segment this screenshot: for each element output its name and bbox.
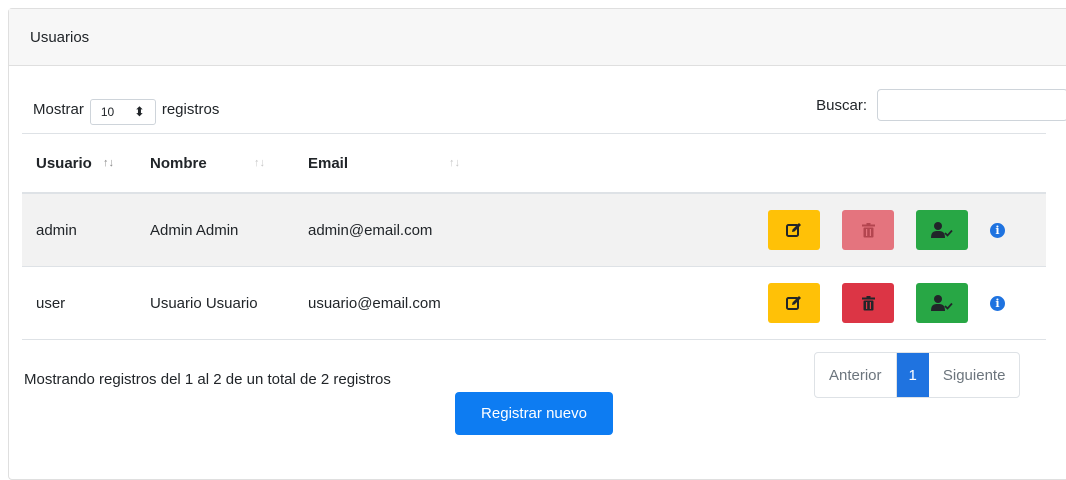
trash-icon bbox=[861, 222, 875, 237]
users-table: Usuario ↑↓ Nombre ↑↓ Email ↑↓ admin Admi… bbox=[22, 133, 1046, 340]
card-header: Usuarios bbox=[9, 9, 1066, 66]
user-check-icon bbox=[931, 222, 953, 238]
edit-icon bbox=[786, 296, 801, 310]
length-select-value: 10 bbox=[100, 105, 115, 119]
length-prefix: Mostrar bbox=[33, 100, 84, 118]
column-header-usuario[interactable]: Usuario ↑↓ bbox=[22, 133, 136, 194]
table-controls: Mostrar 10 ⬍ registros Buscar: bbox=[33, 89, 1066, 125]
search-label: Buscar: bbox=[816, 96, 867, 114]
info-icon[interactable]: i bbox=[990, 222, 1005, 238]
search-control: Buscar: bbox=[816, 89, 1066, 121]
column-label: Usuario bbox=[36, 154, 92, 172]
pagination-next[interactable]: Siguiente bbox=[929, 353, 1020, 397]
delete-button[interactable] bbox=[842, 283, 894, 323]
pagination-previous[interactable]: Anterior bbox=[815, 353, 897, 397]
edit-button[interactable] bbox=[768, 210, 820, 250]
edit-button[interactable] bbox=[768, 283, 820, 323]
column-header-actions bbox=[754, 133, 1046, 194]
edit-icon bbox=[786, 223, 801, 237]
register-new-button[interactable]: Registrar nuevo bbox=[455, 392, 613, 435]
cell-actions: i bbox=[754, 193, 1046, 267]
sort-arrows-icon: ↑↓ bbox=[254, 157, 265, 169]
cell-usuario: admin bbox=[22, 193, 136, 267]
cell-email: admin@email.com bbox=[294, 193, 754, 267]
length-suffix: registros bbox=[161, 100, 220, 118]
table-summary: Mostrando registros del 1 al 2 de un tot… bbox=[24, 371, 391, 388]
table-header-row: Usuario ↑↓ Nombre ↑↓ Email ↑↓ bbox=[22, 133, 1046, 194]
length-control: Mostrar 10 ⬍ registros bbox=[33, 93, 219, 125]
table-row: admin Admin Admin admin@email.com i bbox=[22, 193, 1046, 267]
cell-usuario: user bbox=[22, 266, 136, 340]
card-title: Usuarios bbox=[30, 28, 90, 46]
row-actions: i bbox=[768, 283, 1046, 323]
sort-arrows-icon: ↑↓ bbox=[103, 157, 114, 169]
pagination-page-1[interactable]: 1 bbox=[896, 353, 929, 397]
column-header-email[interactable]: Email ↑↓ bbox=[294, 133, 754, 194]
pagination: Anterior 1 Siguiente bbox=[814, 352, 1021, 398]
delete-button-disabled bbox=[842, 210, 894, 250]
length-select[interactable]: 10 ⬍ bbox=[89, 99, 156, 125]
cell-email: usuario@email.com bbox=[294, 266, 754, 340]
column-header-nombre[interactable]: Nombre ↑↓ bbox=[136, 133, 294, 194]
activate-user-button[interactable] bbox=[916, 210, 968, 250]
column-label: Email bbox=[308, 154, 349, 172]
user-check-icon bbox=[931, 295, 953, 311]
activate-user-button[interactable] bbox=[916, 283, 968, 323]
table-row: user Usuario Usuario usuario@email.com i bbox=[22, 266, 1046, 340]
info-icon[interactable]: i bbox=[990, 295, 1005, 311]
search-input[interactable] bbox=[877, 89, 1066, 121]
cell-actions: i bbox=[754, 266, 1046, 340]
cell-nombre: Admin Admin bbox=[136, 193, 294, 267]
select-arrows-icon: ⬍ bbox=[133, 104, 145, 119]
cell-nombre: Usuario Usuario bbox=[136, 266, 294, 340]
row-actions: i bbox=[768, 210, 1046, 250]
trash-icon bbox=[861, 295, 875, 310]
sort-arrows-icon: ↑↓ bbox=[449, 157, 460, 169]
column-label: Nombre bbox=[150, 154, 207, 172]
